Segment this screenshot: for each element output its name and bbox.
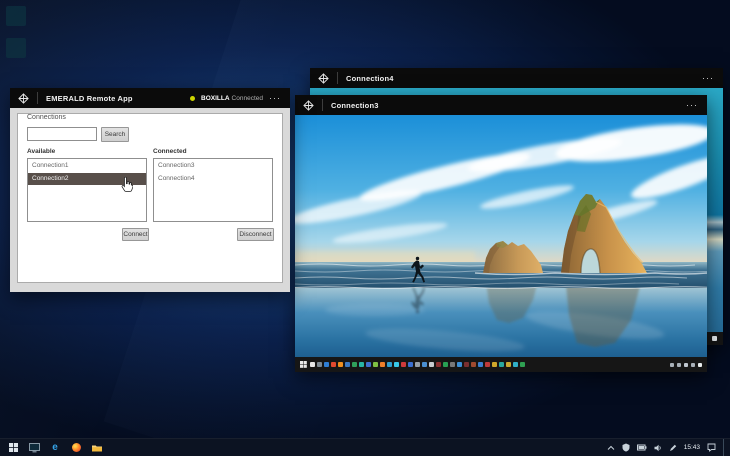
connection3-remote-taskbar[interactable] bbox=[295, 357, 707, 372]
remote-taskbar-app-icon[interactable] bbox=[366, 362, 371, 367]
taskbar-clock[interactable]: 15:43 bbox=[684, 444, 700, 451]
emerald-remote-app-window[interactable]: EMERALD Remote App BOXILLA Connected ···… bbox=[10, 88, 290, 292]
window-title: Connection4 bbox=[346, 73, 394, 83]
emerald-gem-icon bbox=[18, 92, 29, 104]
remote-taskbar-app-icon[interactable] bbox=[415, 362, 420, 367]
desktop-shortcut-icon[interactable] bbox=[6, 6, 26, 26]
remote-taskbar-app-icon[interactable] bbox=[471, 362, 476, 367]
window-title: EMERALD Remote App bbox=[46, 93, 133, 103]
titlebar-divider bbox=[322, 99, 323, 111]
remote-taskbar-app-icon[interactable] bbox=[464, 362, 469, 367]
remote-tray-icon[interactable] bbox=[670, 362, 674, 367]
remote-tray-icon[interactable] bbox=[691, 362, 695, 367]
window-menu-icon[interactable]: ··· bbox=[686, 101, 698, 110]
pen-icon[interactable] bbox=[669, 444, 677, 452]
window-title: Connection3 bbox=[331, 100, 379, 110]
windows-start-icon[interactable] bbox=[300, 361, 307, 368]
remote-taskbar-app-icon[interactable] bbox=[345, 362, 350, 367]
search-button[interactable]: Search bbox=[101, 127, 129, 142]
window-menu-icon[interactable]: ··· bbox=[269, 94, 281, 103]
list-item[interactable]: Connection1 bbox=[28, 160, 146, 172]
shield-icon[interactable] bbox=[622, 443, 630, 452]
window-menu-icon[interactable]: ··· bbox=[702, 74, 714, 83]
remote-taskbar-app-icon[interactable] bbox=[338, 362, 343, 367]
list-item[interactable]: Connection4 bbox=[154, 173, 272, 185]
boxilla-brand-label: BOXILLA bbox=[201, 94, 230, 102]
remote-taskbar-app-icon[interactable] bbox=[513, 362, 518, 367]
remote-taskbar-app-icon[interactable] bbox=[436, 362, 441, 367]
remote-taskbar-app-icon[interactable] bbox=[324, 362, 329, 367]
remote-taskbar-app-icon[interactable] bbox=[485, 362, 490, 367]
remote-taskbar-app-icon[interactable] bbox=[429, 362, 434, 367]
remote-taskbar-app-icon[interactable] bbox=[499, 362, 504, 367]
emerald-gem-icon bbox=[303, 99, 314, 111]
remote-taskbar-app-icon[interactable] bbox=[387, 362, 392, 367]
remote-taskbar-app-icon[interactable] bbox=[408, 362, 413, 367]
remote-taskbar-app-icon[interactable] bbox=[310, 362, 315, 367]
desktop-shortcut-icon[interactable] bbox=[6, 38, 26, 58]
remote-taskbar-app-icon[interactable] bbox=[478, 362, 483, 367]
boxilla-status-dot bbox=[190, 95, 196, 101]
remote-tray-icon[interactable] bbox=[698, 362, 702, 367]
remote-tray-icon[interactable] bbox=[684, 362, 688, 367]
remote-taskbar-app-icon[interactable] bbox=[359, 362, 364, 367]
connect-button[interactable]: Connect bbox=[122, 228, 149, 241]
firefox-icon[interactable] bbox=[70, 442, 82, 454]
connection3-remote-desktop[interactable] bbox=[295, 115, 707, 357]
edge-icon[interactable]: e bbox=[49, 442, 61, 454]
remote-taskbar-app-icon[interactable] bbox=[492, 362, 497, 367]
show-desktop-button[interactable] bbox=[723, 438, 726, 456]
remote-taskbar-app-icon[interactable] bbox=[401, 362, 406, 367]
connected-list[interactable]: Connection3 Connection4 bbox=[153, 158, 273, 222]
battery-icon[interactable] bbox=[636, 444, 647, 451]
remote-taskbar-app-icon[interactable] bbox=[394, 362, 399, 367]
hand-cursor bbox=[121, 176, 133, 192]
system-taskbar[interactable]: e 15:43 bbox=[0, 438, 730, 456]
remote-taskbar-app-icon[interactable] bbox=[520, 362, 525, 367]
connected-label: Connected bbox=[153, 148, 187, 155]
remote-taskbar-app-icon[interactable] bbox=[422, 362, 427, 367]
titlebar-divider bbox=[337, 72, 338, 84]
remote-taskbar-app-icon[interactable] bbox=[373, 362, 378, 367]
windows-start-icon[interactable] bbox=[7, 442, 19, 454]
chevron-up-icon[interactable] bbox=[607, 445, 615, 451]
remote-taskbar-app-icon[interactable] bbox=[352, 362, 357, 367]
remote-taskbar-app-icon[interactable] bbox=[443, 362, 448, 367]
speaker-icon[interactable] bbox=[654, 444, 662, 452]
remote-taskbar-app-icon[interactable] bbox=[331, 362, 336, 367]
remote-tray-icons bbox=[670, 362, 702, 367]
remote-taskbar-app-icon[interactable] bbox=[457, 362, 462, 367]
boxilla-status-text: Connected bbox=[231, 94, 263, 102]
emerald-titlebar[interactable]: EMERALD Remote App BOXILLA Connected ··· bbox=[10, 88, 290, 108]
remote-taskbar-app-icon[interactable] bbox=[317, 362, 322, 367]
emerald-gem-icon bbox=[318, 72, 329, 84]
file-explorer-icon[interactable] bbox=[91, 442, 103, 454]
list-item[interactable]: Connection3 bbox=[154, 160, 272, 172]
search-input[interactable] bbox=[27, 127, 97, 141]
available-label: Available bbox=[27, 148, 56, 155]
connections-heading: Connections bbox=[27, 114, 66, 121]
remote-taskbar-app-icon[interactable] bbox=[506, 362, 511, 367]
connection3-window[interactable]: Connection3 ··· bbox=[295, 95, 707, 372]
remote-tray-icon[interactable] bbox=[677, 362, 681, 367]
beach-wallpaper bbox=[295, 115, 707, 357]
remote-app-icon[interactable] bbox=[28, 442, 40, 454]
remote-tray-icon[interactable] bbox=[712, 336, 717, 341]
titlebar-divider bbox=[37, 92, 38, 104]
action-center-icon[interactable] bbox=[707, 443, 716, 452]
connection4-titlebar[interactable]: Connection4 ··· bbox=[310, 68, 723, 88]
remote-taskbar-app-icon[interactable] bbox=[380, 362, 385, 367]
remote-taskbar-icons bbox=[310, 362, 527, 367]
remote-taskbar-app-icon[interactable] bbox=[450, 362, 455, 367]
desktop: Connection4 ··· Connection3 ··· EMERALD … bbox=[0, 0, 730, 456]
connection3-titlebar[interactable]: Connection3 ··· bbox=[295, 95, 707, 115]
disconnect-button[interactable]: Disconnect bbox=[237, 228, 274, 241]
